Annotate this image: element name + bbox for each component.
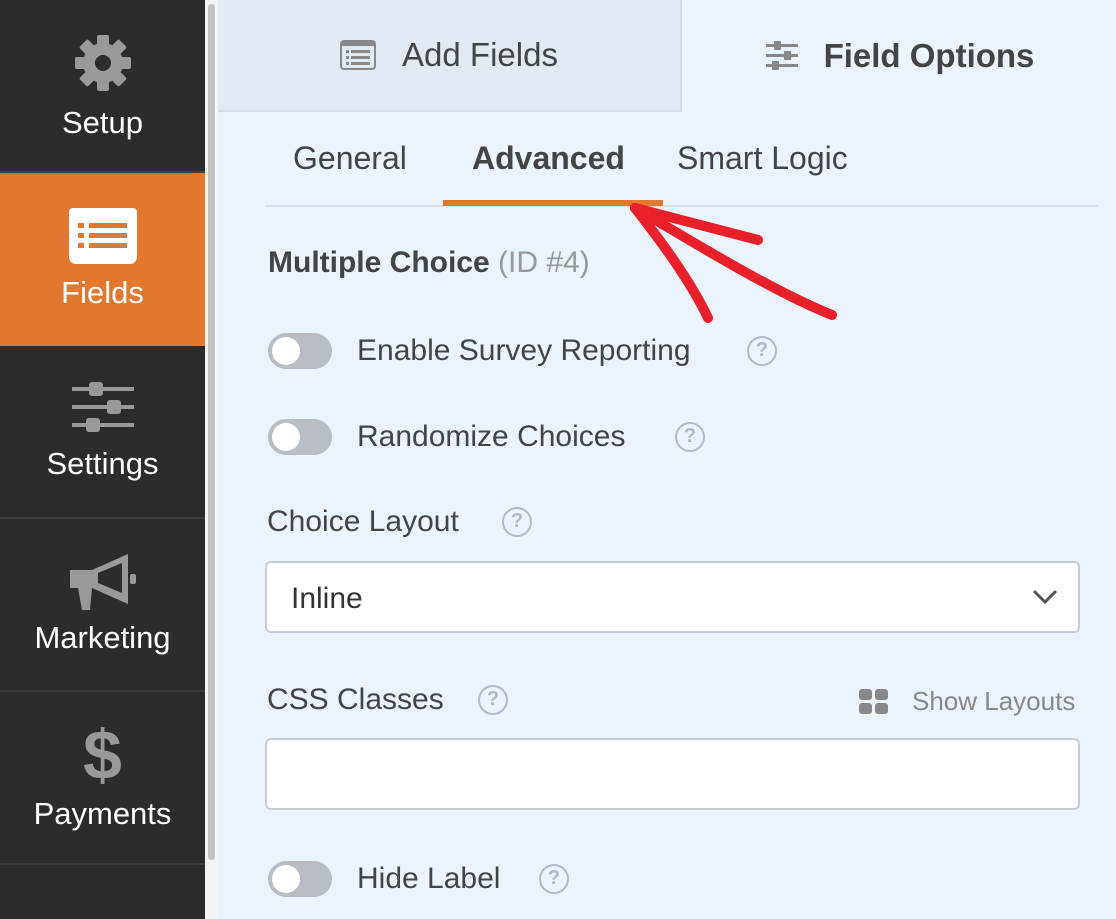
css-classes-input[interactable] xyxy=(265,738,1080,810)
sidebar-item-setup[interactable]: Setup xyxy=(0,0,205,173)
survey-reporting-toggle[interactable] xyxy=(268,333,332,369)
select-value: Inline xyxy=(291,582,363,615)
sidebar-item-label: Fields xyxy=(61,274,144,310)
hide-label-label: Hide Label xyxy=(357,862,501,895)
css-classes-label: CSS Classes xyxy=(267,683,444,716)
hide-label-toggle[interactable] xyxy=(268,861,332,897)
tab-field-options[interactable]: Field Options xyxy=(684,0,1116,112)
tab-smart-logic[interactable]: Smart Logic xyxy=(677,140,848,177)
sidebar-item-label: Payments xyxy=(33,795,172,831)
dollar-icon: $ xyxy=(83,715,122,794)
help-icon[interactable]: ? xyxy=(502,507,532,537)
sidebar: Setup Fields Settings Marketing $ Paymen… xyxy=(0,0,205,919)
sliders-icon xyxy=(765,41,798,70)
sidebar-item-label: Settings xyxy=(46,445,159,481)
tab-label: Field Options xyxy=(823,37,1035,74)
tab-general[interactable]: General xyxy=(293,140,407,177)
sidebar-item-label: Marketing xyxy=(34,619,171,655)
sidebar-item-fields[interactable]: Fields xyxy=(0,173,205,346)
field-id: (ID #4) xyxy=(498,246,590,279)
randomize-choices-label: Randomize Choices xyxy=(357,420,626,453)
annotation-arrow xyxy=(630,203,837,323)
field-title: Multiple Choice xyxy=(268,246,490,279)
help-icon[interactable]: ? xyxy=(539,864,569,894)
sidebar-item-payments[interactable]: $ Payments xyxy=(0,692,205,865)
list-icon xyxy=(340,40,377,70)
sliders-icon xyxy=(71,381,134,432)
chevron-down-icon xyxy=(1032,589,1058,605)
field-heading: Multiple Choice (ID #4) xyxy=(268,246,590,280)
randomize-choices-toggle[interactable] xyxy=(268,419,332,455)
help-icon[interactable]: ? xyxy=(478,685,508,715)
help-icon[interactable]: ? xyxy=(675,422,705,452)
sidebar-item-label: Setup xyxy=(61,104,143,140)
tab-label: Add Fields xyxy=(402,36,558,73)
list-icon xyxy=(68,207,137,264)
grid-icon xyxy=(859,688,888,714)
tab-advanced[interactable]: Advanced xyxy=(472,140,625,177)
help-icon[interactable]: ? xyxy=(747,336,777,366)
sidebar-item-settings[interactable]: Settings xyxy=(0,346,205,519)
sidebar-item-marketing[interactable]: Marketing xyxy=(0,519,205,692)
tab-add-fields[interactable]: Add Fields xyxy=(218,0,682,112)
show-layouts-label: Show Layouts xyxy=(912,686,1076,716)
choice-layout-label: Choice Layout xyxy=(267,505,459,538)
choice-layout-select[interactable]: Inline xyxy=(265,561,1080,633)
gear-icon xyxy=(74,34,131,91)
show-layouts-button[interactable]: Show Layouts xyxy=(859,686,1075,717)
megaphone-icon xyxy=(69,553,136,610)
scrollbar-thumb[interactable] xyxy=(208,4,215,860)
